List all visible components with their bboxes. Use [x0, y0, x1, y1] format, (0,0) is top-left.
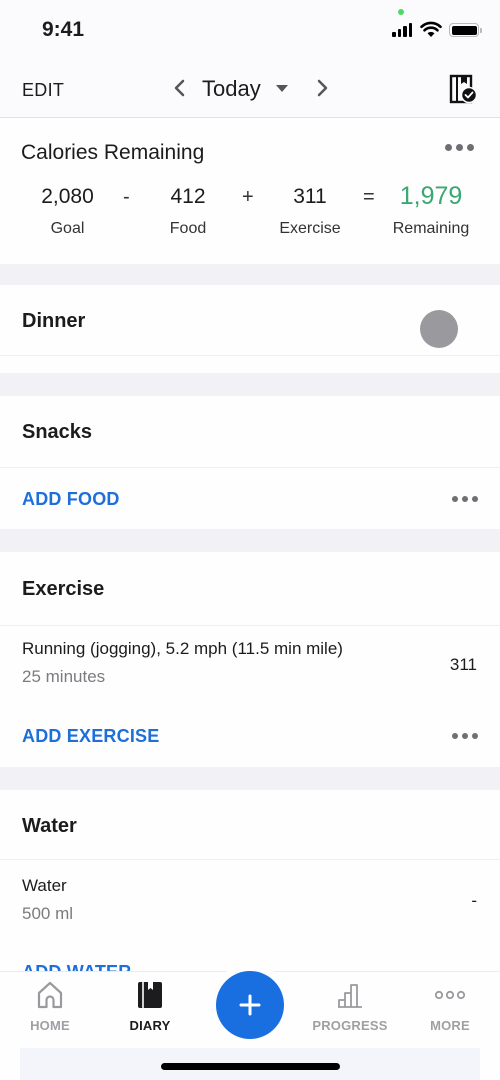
status-bar: 9:41 [0, 0, 500, 60]
add-food-button[interactable]: ADD FOOD [22, 489, 120, 510]
tab-diary-label: DIARY [129, 1018, 171, 1033]
battery-tip [480, 28, 482, 33]
exercise-column: 311 Exercise [270, 185, 350, 238]
progress-chart-icon [338, 984, 362, 1008]
food-column: 412 Food [152, 185, 224, 238]
exercise-entry-calories: 311 [449, 655, 477, 674]
chevron-right-icon[interactable] [312, 76, 332, 100]
status-time: 9:41 [42, 18, 85, 41]
divider [0, 355, 500, 356]
tab-more[interactable]: MORE [405, 978, 495, 1033]
caret-down-icon[interactable] [276, 85, 288, 92]
snacks-title: Snacks [22, 421, 93, 443]
divider [0, 467, 500, 468]
exercise-label: Exercise [279, 220, 341, 237]
quick-add-button[interactable] [216, 971, 284, 1039]
bottom-tab-bar: HOME DIARY PROGRESS MORE [0, 964, 500, 1080]
cellular-signal-icon [392, 23, 412, 37]
calories-more-icon[interactable] [445, 144, 474, 151]
snacks-section: Snacks ADD FOOD [0, 396, 500, 529]
snacks-more-icon[interactable] [452, 496, 478, 502]
divider [0, 625, 500, 626]
water-entry-value: - [471, 891, 477, 910]
wifi-icon [420, 21, 442, 37]
more-dots-icon [434, 990, 466, 1000]
water-entry-amount: 500 ml [22, 904, 74, 923]
tab-more-label: MORE [430, 1018, 470, 1033]
water-section: Water Water 500 ml - ADD WATER [0, 790, 500, 990]
food-label: Food [169, 220, 207, 237]
minus-operator: - [123, 186, 130, 208]
chevron-left-icon[interactable] [170, 76, 190, 100]
equals-operator: = [363, 186, 375, 208]
dinner-section: Dinner [0, 285, 500, 373]
calories-title: Calories Remaining [21, 141, 205, 164]
calories-remaining-card[interactable]: Calories Remaining 2,080 Goal - 412 Food… [0, 118, 500, 264]
food-value: 412 [170, 185, 206, 208]
dinner-title: Dinner [22, 310, 86, 332]
remaining-value: 1,979 [399, 182, 463, 210]
diary-nav-bar: EDIT Today [0, 60, 500, 118]
plus-operator: + [242, 186, 254, 208]
home-icon [37, 981, 63, 1009]
exercise-value: 311 [293, 185, 327, 208]
plus-icon [239, 994, 261, 1016]
date-selector[interactable]: Today [202, 76, 261, 102]
exercise-title: Exercise [22, 578, 105, 600]
exercise-more-icon[interactable] [452, 733, 478, 739]
home-indicator[interactable] [161, 1063, 340, 1070]
exercise-entry-duration: 25 minutes [22, 667, 106, 686]
divider [0, 859, 500, 860]
tab-progress-label: PROGRESS [312, 1018, 388, 1033]
tab-home[interactable]: HOME [5, 978, 95, 1033]
remaining-label: Remaining [392, 220, 470, 237]
water-title: Water [22, 815, 77, 837]
privacy-indicator-icon [398, 9, 404, 15]
add-exercise-button[interactable]: ADD EXERCISE [22, 726, 159, 747]
tab-diary[interactable]: DIARY [105, 978, 195, 1033]
remaining-column: 1,979 Remaining [388, 182, 474, 238]
exercise-entry-name: Running (jogging), 5.2 mph (11.5 min mil… [22, 639, 343, 658]
battery-icon [449, 23, 479, 37]
goal-label: Goal [50, 220, 85, 237]
diary-check-icon[interactable] [449, 74, 477, 104]
diary-icon [138, 982, 162, 1008]
goal-column: 2,080 Goal [30, 185, 105, 238]
edit-button[interactable]: EDIT [22, 80, 64, 101]
tab-home-label: HOME [30, 1018, 70, 1033]
goal-value: 2,080 [41, 185, 94, 208]
exercise-section: Exercise Running (jogging), 5.2 mph (11.… [0, 552, 500, 767]
tab-progress[interactable]: PROGRESS [305, 978, 395, 1033]
touch-indicator [420, 310, 458, 348]
water-entry-name: Water [22, 876, 67, 895]
